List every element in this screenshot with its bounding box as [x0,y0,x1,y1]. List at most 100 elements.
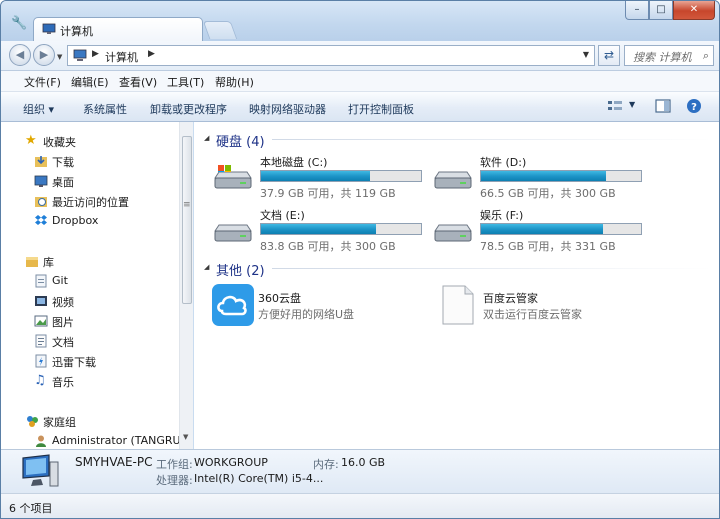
details-pane: SMYHVAE-PC 工作组: WORKGROUP 内存: 16.0 GB 处理… [1,449,719,493]
scrollbar-thumb[interactable] [182,136,192,304]
other-group-header[interactable]: ◢ 其他 (2) [202,260,712,279]
drive-name: 本地磁盘 (C:) [260,156,328,169]
hard-disks-group-header[interactable]: ◢ 硬盘 (4) [202,131,712,150]
help-icon[interactable]: ? [685,98,703,114]
sidebar-item-git[interactable]: Git [1,272,179,290]
view-options-dropdown-icon[interactable]: ▼ [629,100,635,109]
menu-tools[interactable]: 工具(T) [167,74,204,90]
menu-edit[interactable]: 编辑(E) [71,74,109,90]
sidebar-homegroup[interactable]: 家庭组 [1,412,179,430]
workgroup-value: WORKGROUP [194,456,268,469]
recent-places-icon [35,197,47,207]
drive-usage-bar [480,170,642,182]
item-name: 百度云管家 [483,292,538,305]
sidebar-item-music[interactable]: ♫ 音乐 [1,372,179,390]
sidebar-item-downloads[interactable]: 下载 [1,152,179,170]
forward-button[interactable]: ▶ [33,44,55,66]
sidebar-item-label: 最近访问的位置 [52,196,129,209]
map-network-drive-button[interactable]: 映射网络驱动器 [249,101,326,117]
item-baidu-cloud[interactable]: 百度云管家 双击运行百度云管家 [437,282,667,328]
maximize-button[interactable]: □ [649,1,673,20]
command-bar: 组织 ▾ 系统属性 卸载或更改程序 映射网络驱动器 打开控制面板 ▼ ? [1,92,719,122]
change-view-icon[interactable] [606,98,624,114]
drive-usage-fill [261,224,377,234]
sidebar-item-label: 家庭组 [43,416,76,429]
drive-f[interactable]: 娱乐 (F:) 78.5 GB 可用，共 331 GB [432,207,652,253]
memory-label: 内存: [313,458,339,471]
address-bar[interactable]: ▶ 计算机 ▶ ▼ [67,45,595,66]
address-row: ◀ ▶ ▼ ▶ 计算机 ▶ ▼ ⇄ 搜索 计算机 ⌕ [1,41,719,71]
processor-value: Intel(R) Core(TM) i5-4... [194,472,324,485]
sidebar-item-label: 库 [43,256,54,269]
system-properties-button[interactable]: 系统属性 [83,101,127,117]
sidebar-item-label: Git [52,274,68,287]
drive-d[interactable]: 软件 (D:) 66.5 GB 可用，共 300 GB [432,154,652,200]
breadcrumb-computer[interactable]: 计算机 [105,49,138,65]
sidebar-item-administrator[interactable]: Administrator (TANGRUI) [1,432,188,450]
minimize-button[interactable]: – [625,1,649,20]
close-button[interactable]: ✕ [673,1,715,20]
computer-icon [22,454,59,487]
menu-view[interactable]: 查看(V) [119,74,157,90]
drive-usage-fill [481,224,603,234]
blank-file-icon [442,285,474,325]
thunder-download-icon [35,354,47,368]
sidebar-item-desktop[interactable]: 桌面 [1,172,179,190]
title-bar[interactable]: 🔧 计算机 – □ ✕ [1,1,719,41]
open-control-panel-button[interactable]: 打开控制面板 [348,101,414,117]
new-tab-button[interactable] [202,21,238,39]
sidebar-item-pictures[interactable]: 图片 [1,312,179,330]
cloud-drive-icon [212,284,254,326]
sidebar-item-label: Administrator (TANGRUI) [52,434,189,447]
dropbox-icon [35,215,47,225]
tab-computer[interactable]: 计算机 [33,17,203,41]
scrollbar-grip-icon: ≡ [183,200,191,210]
sidebar-favorites[interactable]: ★ 收藏夹 [1,132,179,150]
scroll-down-icon[interactable]: ▼ [183,433,188,441]
sidebar-item-videos[interactable]: 视频 [1,292,179,310]
wrench-icon[interactable]: 🔧 [11,17,27,31]
drive-usage-bar [480,223,642,235]
sidebar-item-label: 桌面 [52,176,74,189]
chevron-right-icon[interactable]: ▶ [148,49,155,59]
sidebar-item-label: 收藏夹 [43,136,76,149]
sidebar-item-thunder-downloads[interactable]: 迅雷下载 [1,352,179,370]
chevron-down-icon[interactable]: ▼ [583,50,589,59]
drive-icon [434,224,472,242]
drive-space: 37.9 GB 可用，共 119 GB [260,187,396,200]
search-input[interactable]: 搜索 计算机 ⌕ [624,45,714,66]
drive-c[interactable]: 本地磁盘 (C:) 37.9 GB 可用，共 119 GB [212,154,432,200]
menu-help[interactable]: 帮助(H) [215,74,254,90]
refresh-button[interactable]: ⇄ [598,45,620,66]
music-note-icon: ♫ [34,373,46,388]
menu-file[interactable]: 文件(F) [24,74,61,90]
collapse-icon[interactable]: ◢ [204,263,209,271]
group-title: 其他 (2) [216,264,265,279]
menu-bar: 文件(F) 编辑(E) 查看(V) 工具(T) 帮助(H) [1,71,719,92]
drive-e[interactable]: 文档 (E:) 83.8 GB 可用，共 300 GB [212,207,432,253]
sidebar-item-dropbox[interactable]: Dropbox [1,212,179,230]
organize-button[interactable]: 组织 ▾ [23,101,54,117]
chevron-right-icon[interactable]: ▶ [92,49,99,59]
preview-pane-icon[interactable] [654,98,672,114]
uninstall-program-button[interactable]: 卸载或更改程序 [150,101,227,117]
sidebar-item-documents[interactable]: 文档 [1,332,179,350]
sidebar-item-recent-places[interactable]: 最近访问的位置 [1,192,179,210]
navigation-pane-scrollbar[interactable]: ≡ ▼ [179,122,193,449]
item-name: 360云盘 [258,292,301,305]
drive-space: 66.5 GB 可用，共 300 GB [480,187,616,200]
drive-icon [214,224,252,242]
drive-usage-fill [261,171,370,181]
group-divider [272,139,712,140]
sidebar-item-label: 图片 [52,316,74,329]
back-button[interactable]: ◀ [9,44,31,66]
sidebar-libraries[interactable]: 库 [1,252,179,270]
processor-label: 处理器: [156,474,193,487]
search-icon[interactable]: ⌕ [703,49,709,63]
navigation-pane: ★ 收藏夹 下载 桌面 最近访问的位置 Dropbox 库 Git 视频 图片 … [1,122,193,449]
drive-name: 娱乐 (F:) [480,209,524,222]
collapse-icon[interactable]: ◢ [204,134,209,142]
item-count: 6 个项目 [9,502,53,515]
recent-pages-dropdown-icon[interactable]: ▼ [57,53,62,61]
item-360-cloud[interactable]: 360云盘 方便好用的网络U盘 [212,282,442,328]
